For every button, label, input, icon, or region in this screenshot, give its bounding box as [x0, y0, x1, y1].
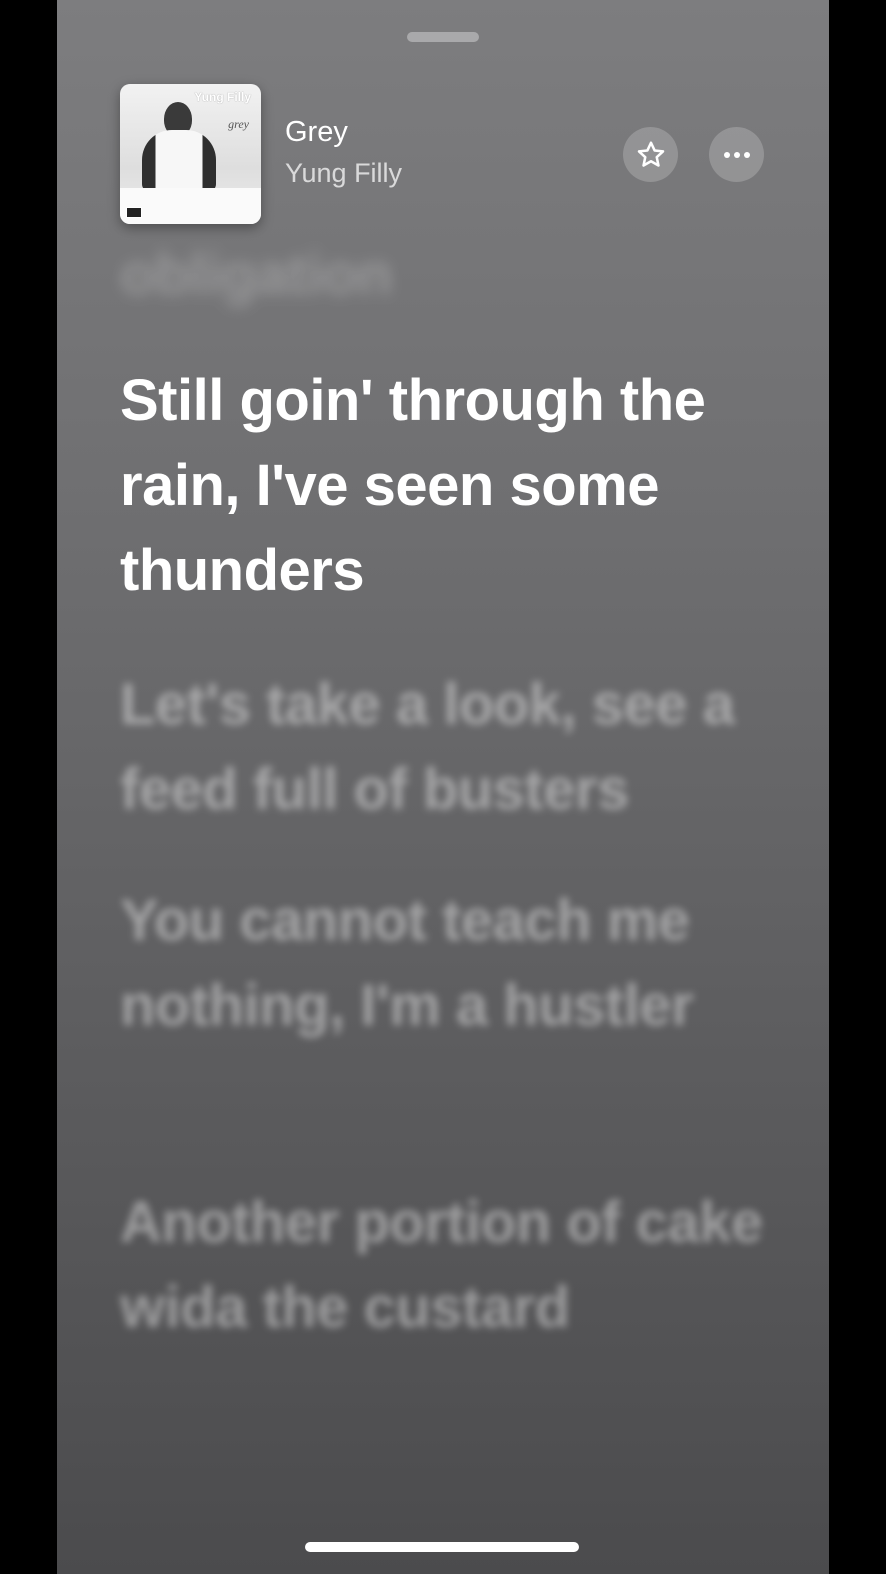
lyric-line-next-3[interactable]: Another portion of cake wida the custard: [120, 1180, 770, 1350]
more-options-button[interactable]: [709, 127, 764, 182]
artwork-album-text: grey: [228, 117, 249, 131]
lyric-line-next-1[interactable]: Let's take a look, see a feed full of bu…: [120, 662, 770, 832]
home-indicator[interactable]: [305, 1542, 579, 1552]
lyrics-screen: obligation Still goin' through the rain,…: [57, 0, 829, 1574]
explicit-advisory-badge: [126, 207, 142, 218]
artwork-figure-body: [142, 130, 216, 192]
ellipsis-icon: [723, 151, 750, 158]
now-playing-header: Yung Filly grey Grey Yung Filly: [57, 0, 829, 240]
lyric-line-previous[interactable]: obligation: [120, 232, 770, 317]
song-artist[interactable]: Yung Filly: [285, 158, 402, 189]
star-icon: [637, 140, 664, 167]
favorite-button[interactable]: [623, 127, 678, 182]
artwork-artist-text: Yung Filly: [194, 90, 251, 104]
lyric-line-current[interactable]: Still goin' through the rain, I've seen …: [120, 358, 770, 613]
album-artwork[interactable]: Yung Filly grey: [120, 84, 261, 224]
song-title[interactable]: Grey: [285, 116, 348, 149]
artwork-table: [120, 188, 261, 224]
lyric-line-next-2[interactable]: You cannot teach me nothing, I'm a hustl…: [120, 878, 770, 1048]
